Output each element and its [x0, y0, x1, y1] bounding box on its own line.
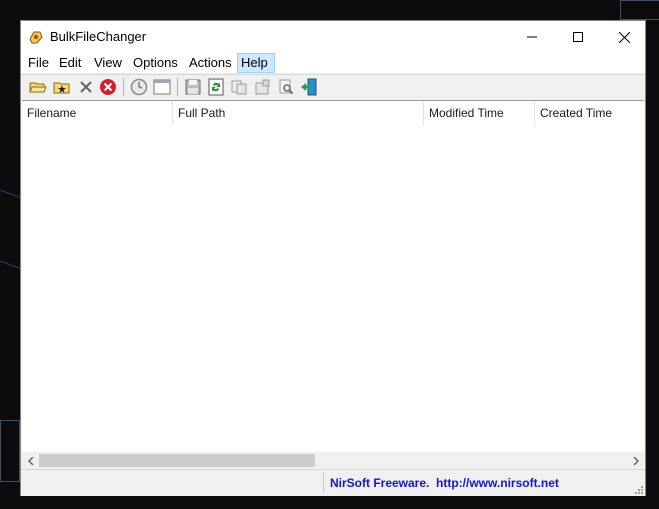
menu-help[interactable]: Help [237, 53, 275, 73]
app-icon [28, 29, 44, 45]
clock-icon [130, 78, 148, 96]
menu-edit[interactable]: Edit [56, 53, 84, 73]
scrollbar-thumb[interactable] [39, 454, 315, 467]
status-bar: NirSoft Freeware. http://www.nirsoft.net [21, 469, 645, 496]
delete-icon [80, 81, 92, 93]
toolbar-separator [177, 78, 178, 96]
save-icon [185, 79, 201, 95]
window-title: BulkFileChanger [50, 29, 147, 44]
find-icon [279, 79, 294, 95]
column-header-row: Filename Full Path Modified Time Created… [22, 101, 644, 126]
find-button[interactable] [276, 77, 296, 97]
open-folder-icon [29, 82, 47, 93]
desktop-shape [620, 0, 659, 20]
menu-file[interactable]: File [25, 53, 52, 73]
scroll-right-button[interactable] [627, 452, 644, 469]
close-icon [618, 31, 630, 43]
desktop-shape [0, 420, 20, 482]
copy-button[interactable] [229, 77, 249, 97]
save-button[interactable] [183, 77, 203, 97]
properties-icon [255, 79, 270, 95]
stop-button[interactable] [98, 77, 118, 97]
stop-icon [100, 79, 116, 95]
minimize-button[interactable] [509, 21, 555, 53]
title-bar[interactable]: BulkFileChanger [21, 21, 645, 53]
chevron-left-icon [27, 456, 34, 465]
window-icon [153, 79, 171, 95]
nirsoft-link[interactable]: NirSoft Freeware. http://www.nirsoft.net [330, 476, 559, 490]
open-folder-button[interactable] [28, 77, 48, 97]
toolbar-separator [123, 78, 124, 96]
menu-bar: File Edit View Options Actions Help [21, 53, 645, 73]
copy-icon [231, 80, 247, 95]
clock-button[interactable] [129, 77, 149, 97]
close-button[interactable] [601, 21, 647, 53]
refresh-button[interactable] [206, 77, 226, 97]
file-list[interactable]: Filename Full Path Modified Time Created… [22, 100, 644, 453]
menu-options[interactable]: Options [130, 53, 181, 73]
exit-icon [301, 78, 317, 96]
exit-button[interactable] [299, 77, 319, 97]
column-header-full-path[interactable]: Full Path [173, 101, 424, 126]
properties-button[interactable] [252, 77, 272, 97]
maximize-icon [573, 32, 583, 42]
app-window: BulkFileChanger File Edit View Options A… [20, 20, 646, 496]
refresh-icon [208, 78, 224, 96]
column-header-created-time[interactable]: Created Time [535, 101, 644, 126]
add-files-button[interactable] [52, 77, 72, 97]
chevron-right-icon [632, 456, 639, 465]
status-panel [21, 472, 324, 493]
delete-button[interactable] [76, 77, 96, 97]
desktop-background [0, 182, 22, 270]
maximize-button[interactable] [555, 21, 601, 53]
window-button[interactable] [152, 77, 172, 97]
menu-view[interactable]: View [91, 53, 125, 73]
toolbar [21, 74, 645, 100]
scroll-left-button[interactable] [22, 452, 39, 469]
add-files-icon [53, 82, 70, 94]
minimize-icon [527, 36, 537, 38]
column-header-filename[interactable]: Filename [22, 101, 173, 126]
column-header-modified-time[interactable]: Modified Time [424, 101, 535, 126]
horizontal-scrollbar[interactable] [22, 452, 644, 469]
resize-grip-icon[interactable] [633, 484, 643, 494]
menu-actions[interactable]: Actions [186, 53, 235, 73]
